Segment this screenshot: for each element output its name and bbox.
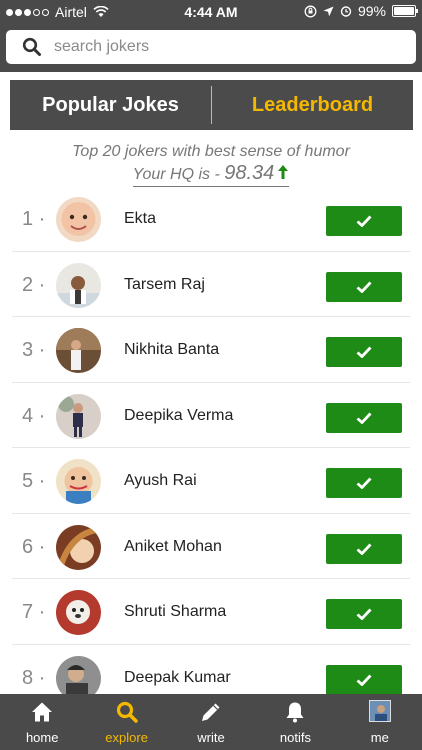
avatar[interactable] (56, 197, 101, 242)
hq-score-line: Your HQ is - 98.34 (0, 162, 422, 187)
location-icon (323, 6, 334, 16)
search-icon (116, 701, 138, 723)
alarm-icon (340, 6, 352, 17)
rank-number: 6 · (22, 535, 46, 558)
avatar[interactable] (56, 590, 101, 635)
pencil-icon (202, 703, 220, 721)
home-icon (32, 702, 53, 722)
rank-number: 8 · (22, 666, 46, 689)
battery-percent: 99% (357, 3, 386, 19)
tab-bar: Popular Jokes Leaderboard (10, 80, 413, 130)
arrow-up-icon (278, 165, 289, 179)
nav-home[interactable]: home (0, 694, 84, 750)
leaderboard-list: 1 · Ekta 2 · Tarsem Raj 3 · Nikhita Bant… (0, 186, 422, 710)
tab-leaderboard[interactable]: Leaderboard (212, 80, 413, 130)
check-icon (356, 215, 372, 227)
avatar[interactable] (56, 524, 101, 570)
list-item[interactable]: 5 · Ayush Rai (0, 448, 422, 514)
follow-button[interactable] (326, 271, 402, 302)
tab-popular-jokes[interactable]: Popular Jokes (10, 80, 211, 130)
search-icon (22, 37, 41, 56)
nav-me[interactable]: me (338, 694, 422, 750)
profile-avatar (368, 700, 391, 722)
hq-score: Your HQ is - 98.34 (132, 162, 290, 187)
nav-write-label: write (197, 730, 225, 745)
list-item[interactable]: 6 · Aniket Mohan (0, 514, 422, 580)
avatar[interactable] (56, 328, 101, 373)
user-name[interactable]: Tarsem Raj (124, 276, 205, 294)
nav-home-label: home (25, 730, 59, 745)
rank-number: 1 · (22, 208, 46, 230)
avatar[interactable] (56, 459, 101, 504)
follow-button[interactable] (326, 402, 402, 433)
list-item[interactable]: 7 · Shruti Sharma (0, 579, 422, 645)
nav-notifs[interactable]: notifs (253, 694, 337, 750)
check-icon (356, 281, 372, 293)
bottom-nav: home explore write notifs me (0, 694, 422, 750)
follow-button[interactable] (326, 337, 402, 367)
search-box[interactable] (6, 30, 416, 64)
user-name[interactable]: Ekta (124, 210, 156, 228)
check-icon (356, 412, 372, 424)
check-icon (356, 608, 372, 620)
nav-explore-label: explore (105, 730, 148, 745)
nav-notifs-label: notifs (279, 730, 311, 745)
orientation-lock-icon (304, 5, 317, 17)
user-name[interactable]: Shruti Sharma (124, 603, 226, 621)
nav-write[interactable]: write (169, 694, 253, 750)
check-icon (356, 674, 372, 686)
hq-value: 98.34 (224, 162, 275, 184)
search-bar (0, 24, 422, 72)
user-name[interactable]: Ayush Rai (124, 472, 197, 490)
rank-number: 3 · (22, 339, 46, 361)
user-name[interactable]: Deepika Verma (124, 407, 233, 425)
nav-explore[interactable]: explore (84, 694, 168, 750)
avatar[interactable] (56, 262, 101, 308)
list-item[interactable]: 2 · Tarsem Raj (0, 252, 422, 318)
avatar[interactable] (56, 393, 101, 439)
battery-icon (392, 5, 418, 17)
user-name[interactable]: Nikhita Banta (124, 341, 219, 359)
rank-number: 7 · (22, 601, 46, 623)
follow-button[interactable] (326, 533, 402, 564)
bell-icon (286, 702, 304, 723)
status-bar: Airtel 4:44 AM 99% (0, 0, 422, 24)
status-right: 99% (304, 3, 418, 19)
follow-button[interactable] (326, 599, 402, 629)
user-name[interactable]: Deepak Kumar (124, 669, 231, 687)
nav-me-label: me (370, 730, 389, 745)
check-icon (356, 346, 372, 358)
follow-button[interactable] (326, 664, 402, 695)
check-icon (356, 543, 372, 555)
rank-number: 2 · (22, 273, 46, 296)
rank-number: 5 · (22, 470, 46, 492)
user-name[interactable]: Aniket Mohan (124, 538, 222, 556)
search-input[interactable] (54, 38, 374, 56)
follow-button[interactable] (326, 206, 402, 236)
leaderboard-subtitle: Top 20 jokers with best sense of humor (72, 143, 350, 160)
rank-number: 4 · (22, 404, 46, 427)
list-item[interactable]: 1 · Ekta (0, 186, 422, 252)
hq-label: Your HQ is - (132, 166, 225, 183)
check-icon (356, 477, 372, 489)
list-item[interactable]: 4 · Deepika Verma (0, 383, 422, 449)
list-item[interactable]: 3 · Nikhita Banta (0, 317, 422, 383)
follow-button[interactable] (326, 468, 402, 498)
